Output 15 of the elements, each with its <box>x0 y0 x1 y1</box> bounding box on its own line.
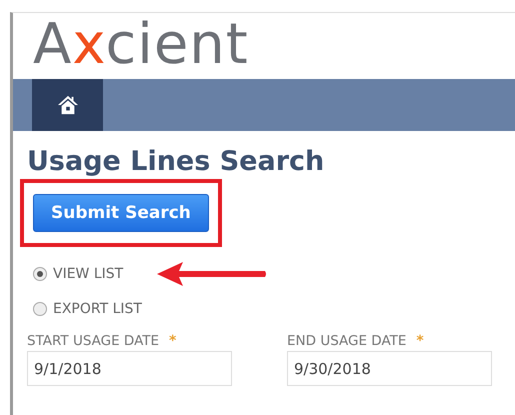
radio-button[interactable] <box>33 302 47 316</box>
field-label: START USAGE DATE <box>27 333 160 349</box>
date-field[interactable]: 9/1/2018 <box>27 351 232 386</box>
required-mark: * <box>416 333 424 349</box>
radio-label[interactable]: VIEW LIST <box>53 266 124 282</box>
radio-button[interactable] <box>33 267 47 281</box>
radio-label[interactable]: EXPORT LIST <box>53 301 142 317</box>
field-label: END USAGE DATE <box>287 333 406 349</box>
home-icon <box>56 95 78 115</box>
date-field[interactable]: 9/30/2018 <box>287 351 492 386</box>
required-mark: * <box>169 333 176 349</box>
home-tab[interactable] <box>32 79 103 131</box>
logo: Axcient <box>32 13 250 77</box>
submit-search-button[interactable]: Submit Search <box>33 194 209 232</box>
page-title: Usage Lines Search <box>27 145 326 179</box>
